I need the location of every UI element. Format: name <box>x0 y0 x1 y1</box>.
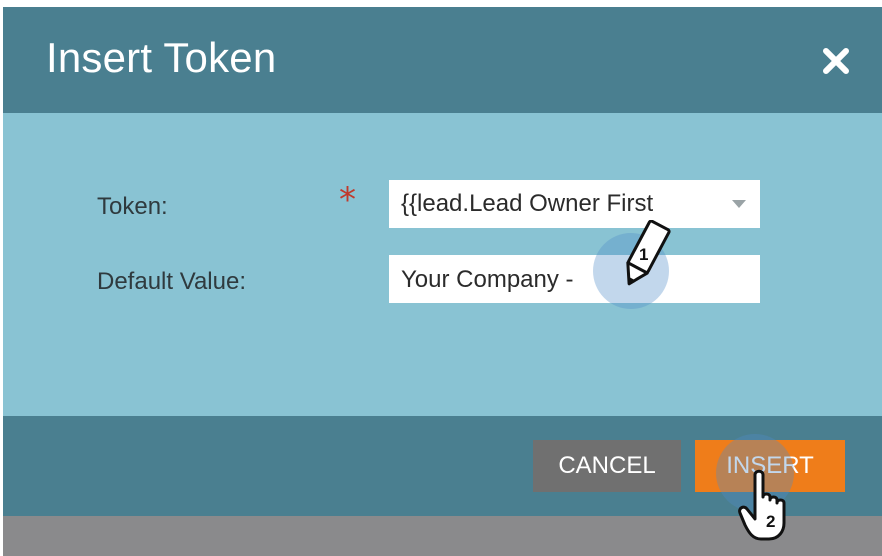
dialog-title: Insert Token <box>46 34 277 81</box>
dialog-header: Insert Token <box>3 7 882 113</box>
default-value-text: Your Company - <box>401 266 574 293</box>
step1-number: 1 <box>639 245 649 264</box>
token-label: Token: <box>97 193 168 220</box>
default-value-label: Default Value: <box>97 268 246 295</box>
insert-token-dialog: Insert Token Token: * {{lead.Lead Owner … <box>3 7 882 556</box>
close-icon <box>823 48 849 74</box>
step2-number: 2 <box>766 512 776 531</box>
token-select[interactable]: {{lead.Lead Owner First <box>389 180 760 228</box>
dialog-body: Token: * {{lead.Lead Owner First Default… <box>3 113 882 416</box>
cancel-button[interactable]: CANCEL <box>533 440 681 492</box>
default-value-input[interactable]: Your Company - <box>389 255 760 303</box>
close-button[interactable] <box>820 45 852 77</box>
token-select-value: {{lead.Lead Owner First <box>401 190 654 217</box>
chevron-down-icon <box>732 200 746 208</box>
screen: Insert Token Token: * {{lead.Lead Owner … <box>0 0 882 556</box>
required-indicator: * <box>339 180 356 220</box>
